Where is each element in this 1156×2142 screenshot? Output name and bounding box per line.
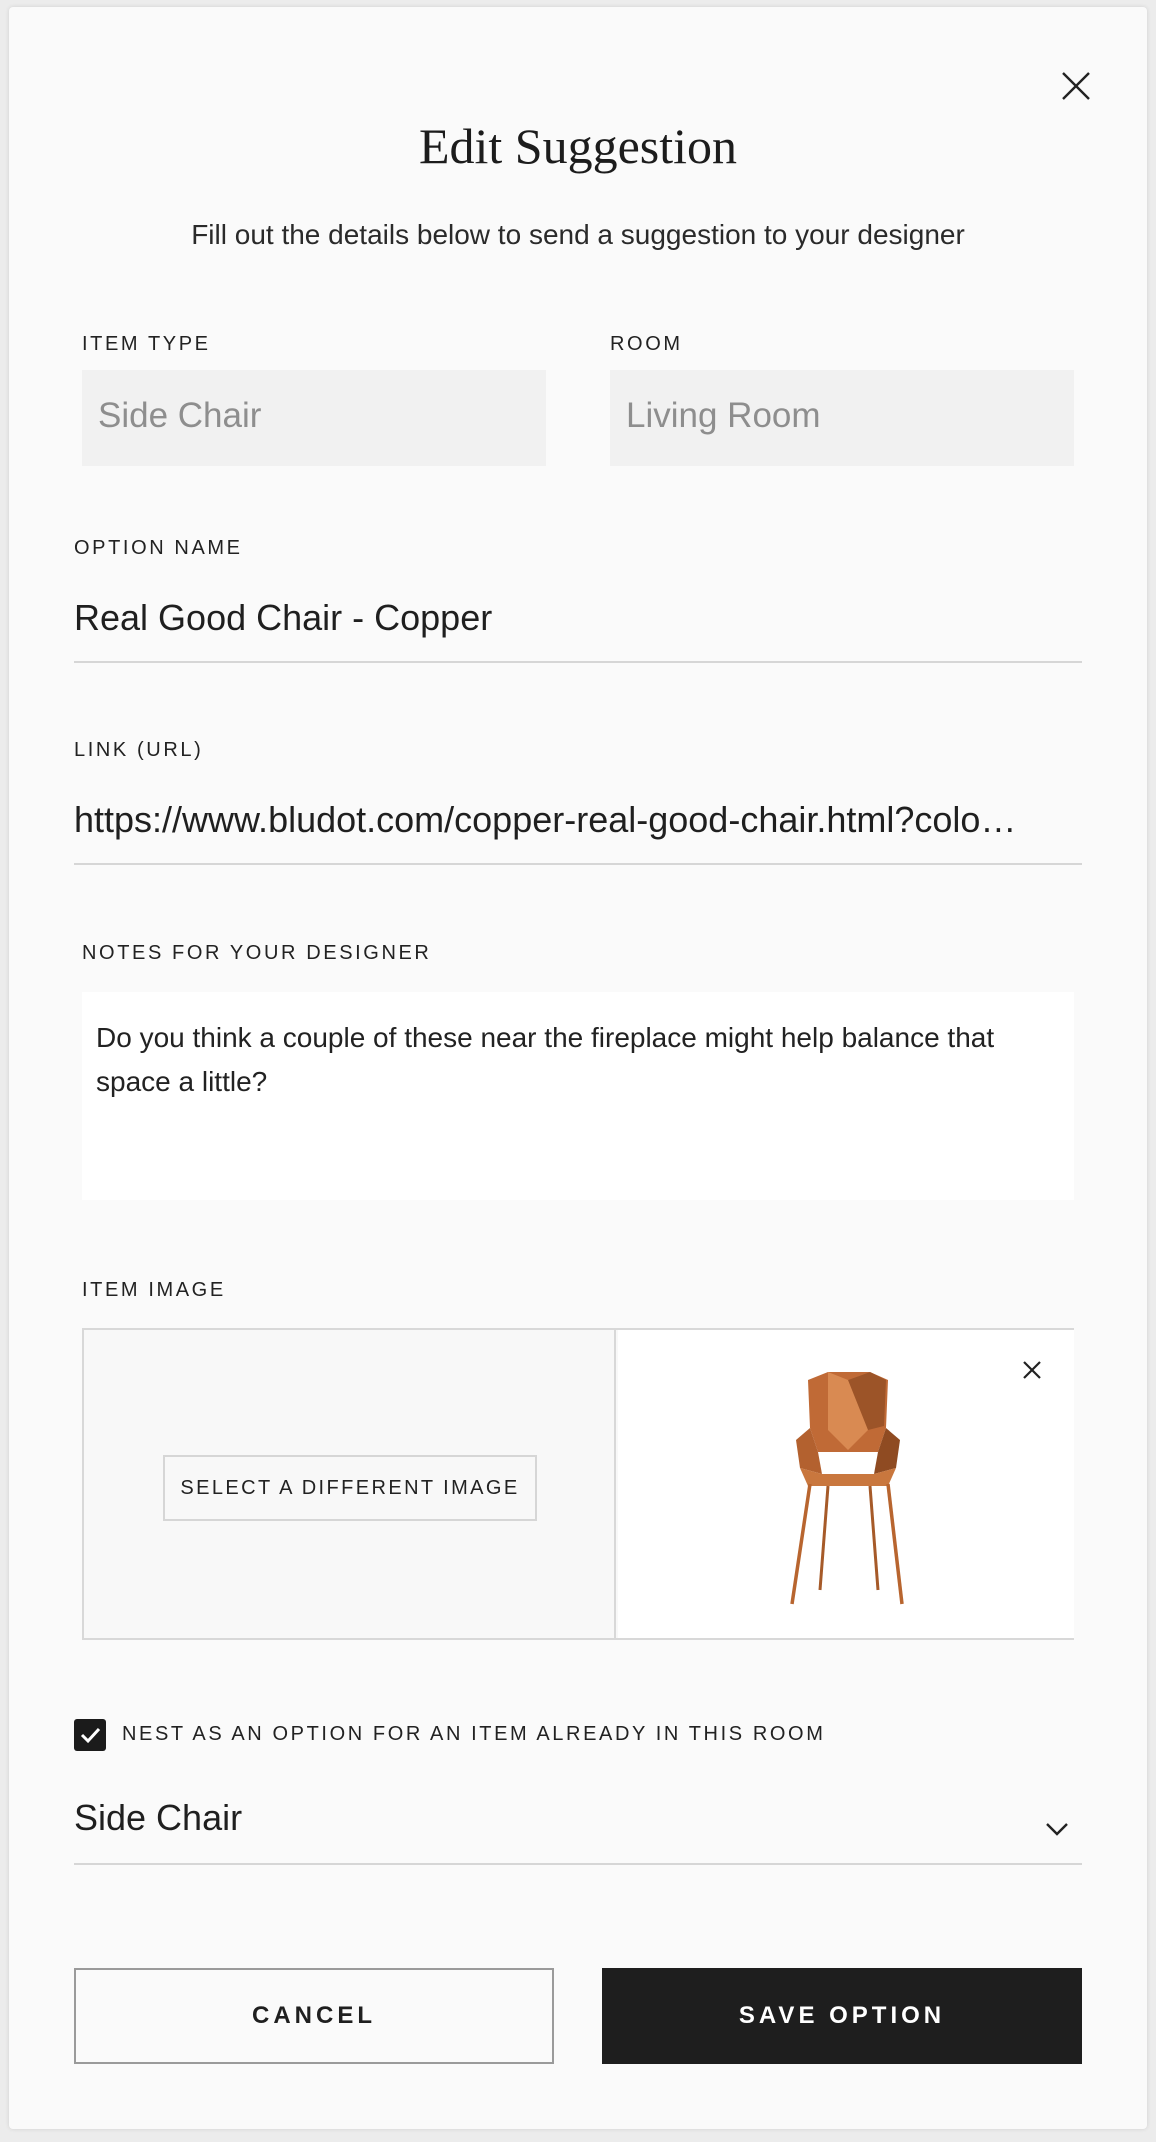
notes-textarea[interactable]: Do you think a couple of these near the … — [82, 992, 1074, 1200]
link-label: LINK (URL) — [74, 739, 204, 761]
close-icon[interactable] — [1057, 67, 1095, 105]
close-icon[interactable] — [1018, 1356, 1046, 1384]
image-preview — [618, 1330, 1074, 1638]
nest-item-select[interactable]: Side Chair — [74, 1783, 1082, 1865]
link-input[interactable]: https://www.bludot.com/copper-real-good-… — [74, 799, 1082, 865]
option-name-label: OPTION NAME — [74, 537, 243, 559]
select-different-image-button[interactable]: SELECT A DIFFERENT IMAGE — [163, 1455, 537, 1521]
copper-chair-image — [778, 1370, 918, 1610]
dialog-subtitle: Fill out the details below to send a sug… — [191, 219, 965, 250]
nest-option-checkbox[interactable] — [74, 1719, 106, 1751]
item-image-panel: SELECT A DIFFERENT IMAGE — [82, 1328, 1074, 1640]
notes-label: NOTES FOR YOUR DESIGNER — [82, 942, 432, 964]
option-name-input[interactable]: Real Good Chair - Copper — [74, 597, 1082, 663]
image-select-area: SELECT A DIFFERENT IMAGE — [84, 1330, 616, 1638]
item-type-field: Side Chair — [82, 370, 546, 466]
room-field: Living Room — [610, 370, 1074, 466]
nest-option-label: NEST AS AN OPTION FOR AN ITEM ALREADY IN… — [122, 1723, 826, 1745]
chevron-down-icon — [1044, 1805, 1070, 1836]
dialog-title: Edit Suggestion — [418, 118, 738, 174]
item-image-label: ITEM IMAGE — [82, 1279, 226, 1301]
edit-suggestion-dialog: Edit Suggestion Fill out the details bel… — [9, 7, 1147, 2129]
save-option-button[interactable]: SAVE OPTION — [602, 1968, 1082, 2064]
room-label: ROOM — [610, 333, 683, 355]
cancel-button[interactable]: CANCEL — [74, 1968, 554, 2064]
nest-item-selected-value: Side Chair — [74, 1797, 243, 1838]
item-type-label: ITEM TYPE — [82, 333, 211, 355]
